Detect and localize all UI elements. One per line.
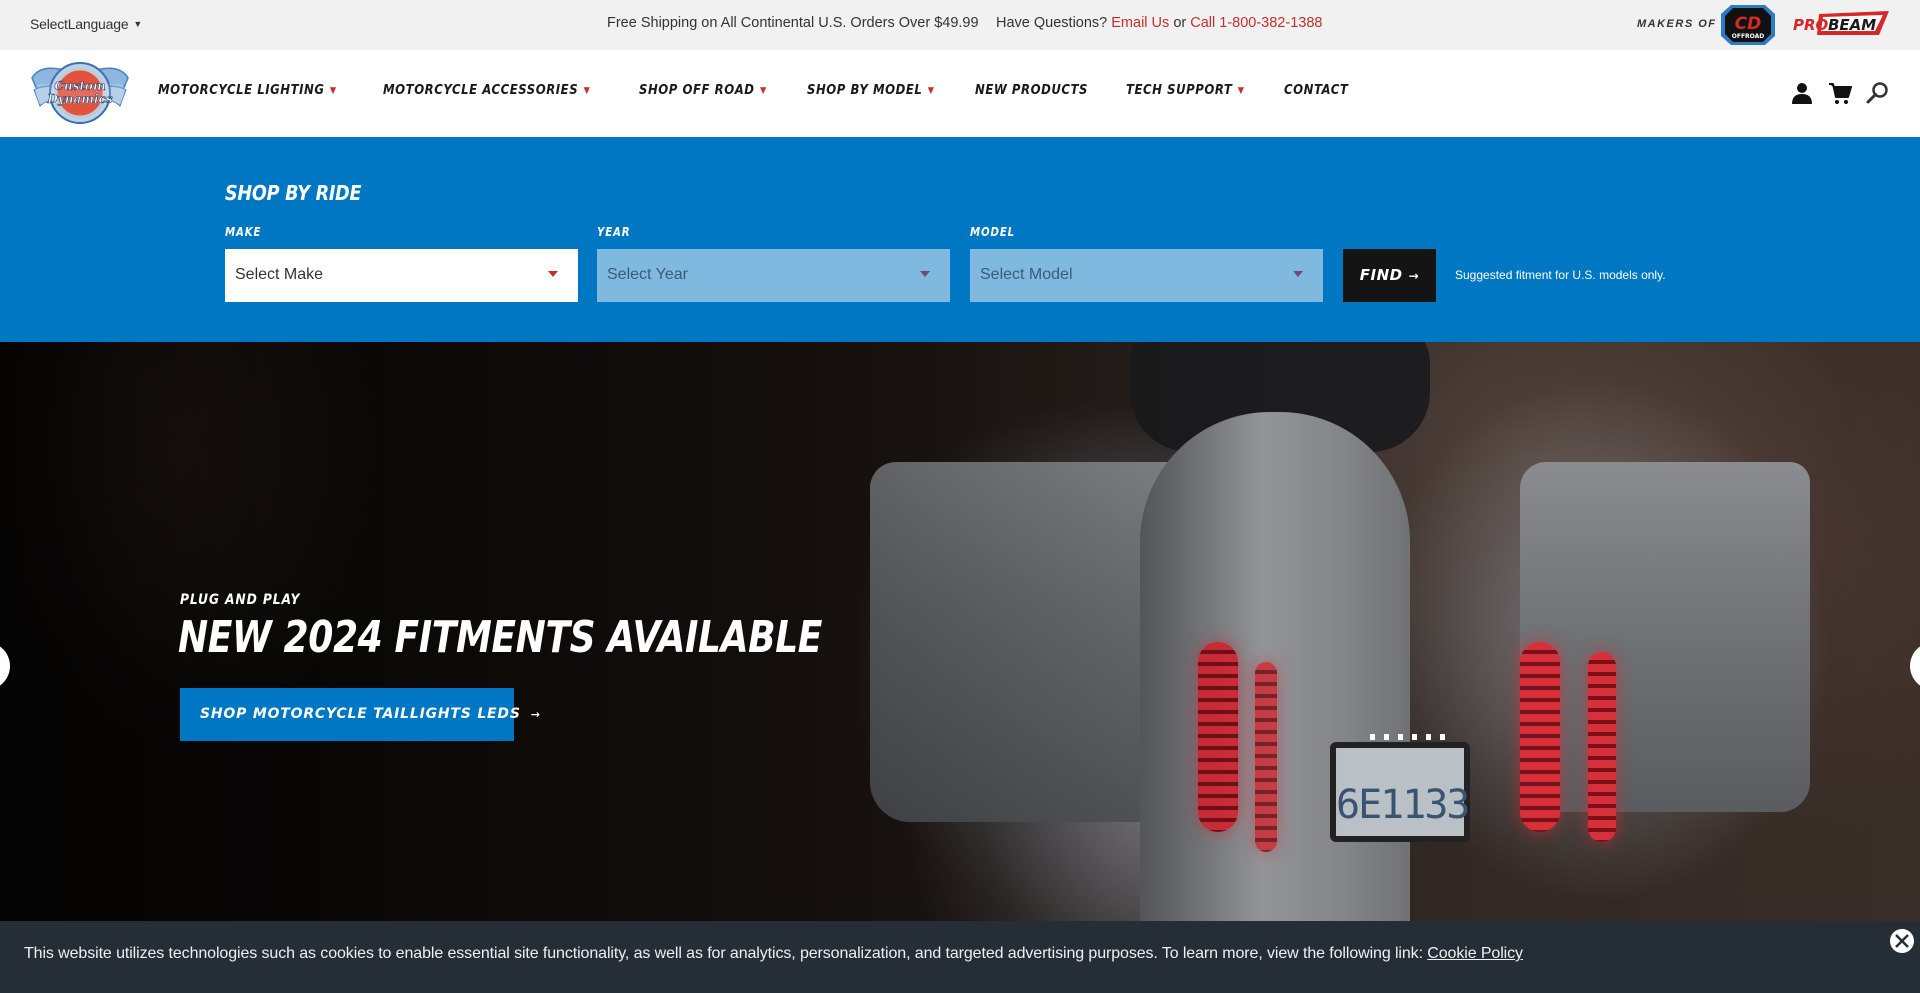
nav-item-tech-support[interactable]: TECH SUPPORT ▼ — [1126, 83, 1245, 98]
arrow-right-icon: → — [530, 708, 541, 721]
contact-prompt: Have Questions? Email Us or Call 1-800-3… — [996, 15, 1322, 31]
nav-label: SHOP OFF ROAD — [638, 83, 755, 98]
logo-text-line1: Custom — [54, 79, 105, 93]
model-select[interactable]: Select Model — [970, 249, 1323, 302]
dropdown-caret-icon: ▼ — [1237, 86, 1245, 96]
probeam-beam-text: BEAM — [1828, 16, 1876, 34]
offroad-logo-text: OFFROAD — [1732, 33, 1765, 40]
nav-item-shop-off-road[interactable]: SHOP OFF ROAD ▼ — [639, 83, 767, 98]
cookie-message: This website utilizes technologies such … — [24, 945, 1523, 963]
fitment-note: Suggested fitment for U.S. models only. — [1455, 268, 1666, 282]
dropdown-caret-icon: ▼ — [927, 86, 935, 96]
search-icon[interactable] — [1866, 81, 1890, 105]
hero-title: NEW 2024 FITMENTS AVAILABLE — [178, 612, 823, 663]
cookie-banner: This website utilizes technologies such … — [0, 921, 1920, 993]
model-label: MODEL — [970, 225, 1016, 239]
nav-label: MOTORCYCLE ACCESSORIES — [382, 83, 578, 98]
find-button[interactable]: FIND → — [1343, 249, 1436, 302]
logo-text-line2: Dynamics — [46, 92, 112, 106]
shipping-notice: Free Shipping on All Continental U.S. Or… — [607, 15, 979, 31]
year-label: YEAR — [597, 225, 631, 239]
nav-item-contact[interactable]: CONTACT — [1284, 83, 1348, 98]
cd-offroad-logo[interactable]: CD OFFROAD — [1719, 4, 1777, 46]
nav-label: CONTACT — [1283, 83, 1349, 98]
chevron-down-icon — [548, 271, 558, 277]
year-select-value: Select Year — [607, 266, 688, 283]
custom-dynamics-logo[interactable]: Custom Dynamics — [30, 56, 130, 130]
account-icon[interactable] — [1790, 81, 1814, 105]
nav-item-motorcycle-accessories[interactable]: MOTORCYCLE ACCESSORIES ▼ — [383, 83, 590, 98]
cart-icon[interactable] — [1828, 81, 1852, 105]
header-actions — [1790, 81, 1890, 105]
or-text: or — [1173, 15, 1187, 31]
nav-label: NEW PRODUCTS — [974, 83, 1088, 98]
cookie-policy-link[interactable]: Cookie Policy — [1427, 945, 1523, 962]
language-label: SelectLanguage — [30, 16, 129, 32]
utility-bar: SelectLanguage ▼ Free Shipping on All Con… — [0, 0, 1920, 50]
close-icon[interactable] — [1890, 929, 1914, 953]
model-select-value: Select Model — [980, 266, 1073, 283]
year-select[interactable]: Select Year — [597, 249, 950, 302]
hero-slider: 6E1133 PLUG AND PLAY NEW 2024 FITMENTS A… — [0, 342, 1920, 922]
nav-item-shop-by-model[interactable]: SHOP BY MODEL ▼ — [807, 83, 935, 98]
questions-text: Have Questions? — [996, 15, 1108, 31]
make-label: MAKE — [225, 225, 262, 239]
nav-item-new-products[interactable]: NEW PRODUCTS — [975, 83, 1088, 98]
shop-by-ride-panel: SHOP BY RIDE MAKE Select Make YEAR Selec… — [0, 137, 1920, 342]
cd-logo-text: CD — [1735, 14, 1762, 34]
language-selector[interactable]: SelectLanguage ▼ — [30, 16, 142, 32]
main-nav: MOTORCYCLE LIGHTING ▼ MOTORCYCLE ACCESSOR… — [158, 83, 1382, 98]
make-select-value: Select Make — [235, 266, 324, 283]
dropdown-caret-icon: ▼ — [583, 86, 590, 96]
nav-label: MOTORCYCLE LIGHTING — [158, 83, 325, 98]
nav-item-motorcycle-lighting[interactable]: MOTORCYCLE LIGHTING ▼ — [158, 83, 337, 98]
makers-of-label: MAKERS OF — [1637, 18, 1717, 30]
nav-label: TECH SUPPORT — [1126, 83, 1233, 98]
cookie-text: This website utilizes technologies such … — [24, 945, 1428, 962]
make-select[interactable]: Select Make — [225, 249, 578, 302]
shop-by-ride-title: SHOP BY RIDE — [225, 181, 362, 205]
chevron-down-icon — [1293, 271, 1303, 277]
cta-label: SHOP MOTORCYCLE TAILLIGHTS LEDS — [200, 706, 521, 722]
probeam-pro-text: PRO — [1793, 16, 1829, 34]
probeam-logo[interactable]: PRO BEAM — [1791, 11, 1891, 39]
arrow-right-icon: → — [1408, 269, 1420, 283]
nav-label: SHOP BY MODEL — [806, 83, 923, 98]
find-label: FIND — [1359, 266, 1403, 284]
call-link[interactable]: Call 1-800-382-1388 — [1190, 15, 1322, 31]
shop-taillights-button[interactable]: SHOP MOTORCYCLE TAILLIGHTS LEDS → — [180, 688, 540, 741]
email-us-link[interactable]: Email Us — [1111, 15, 1169, 31]
caret-down-icon: ▼ — [133, 19, 143, 29]
hero-kicker: PLUG AND PLAY — [180, 592, 301, 608]
main-header: Custom Dynamics MOTORCYCLE LIGHTING ▼ MOT… — [0, 50, 1920, 137]
dropdown-caret-icon: ▼ — [759, 86, 767, 96]
chevron-down-icon — [920, 271, 930, 277]
dropdown-caret-icon: ▼ — [329, 86, 337, 96]
